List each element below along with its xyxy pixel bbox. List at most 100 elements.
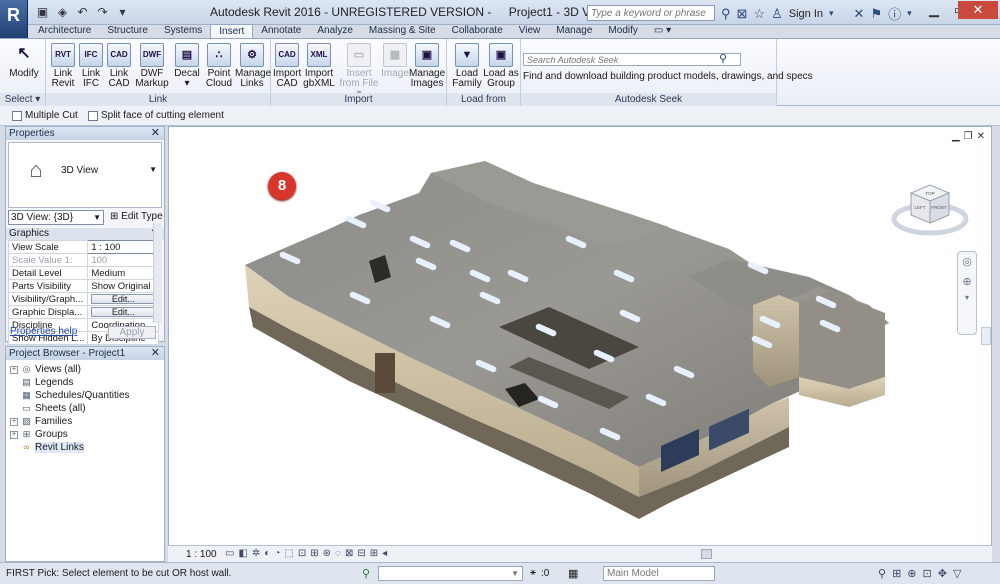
- viewcube[interactable]: TOP LEFT FRONT: [891, 175, 969, 239]
- communication-icon[interactable]: ⚑: [870, 6, 882, 22]
- minimize-button[interactable]: ▁: [920, 1, 948, 19]
- binoculars-icon[interactable]: ⚲: [721, 6, 731, 22]
- crop-region-icon[interactable]: ⊡: [298, 548, 306, 559]
- select-underlay-icon[interactable]: ⊞: [892, 567, 901, 580]
- visibility-graphics-edit-button[interactable]: Edit...: [91, 293, 156, 304]
- properties-scrollbar[interactable]: [153, 223, 162, 323]
- reveal-hidden-icon[interactable]: ◌: [335, 548, 341, 559]
- view-scale-field[interactable]: 1 : 100: [87, 240, 160, 254]
- edit-type-button[interactable]: ⊞ Edit Type: [110, 211, 163, 222]
- expand-icon[interactable]: +: [10, 430, 18, 439]
- vertical-scrollbar-thumb[interactable]: [981, 327, 991, 345]
- detail-level-icon[interactable]: ▭: [225, 548, 234, 559]
- dwf-markup-button[interactable]: DWF DWF Markup: [134, 43, 170, 89]
- apply-button[interactable]: Apply: [108, 326, 156, 339]
- render-icon[interactable]: ◔: [274, 548, 280, 559]
- tree-groups[interactable]: + ⊞ Groups: [10, 428, 68, 441]
- expand-icon[interactable]: +: [10, 365, 18, 374]
- point-cloud-button[interactable]: ∴ Point Cloud: [204, 43, 234, 89]
- close-button[interactable]: ✕: [958, 1, 998, 19]
- navbar-dropdown-icon[interactable]: ▾: [958, 292, 976, 304]
- workset-dropdown[interactable]: ▼: [378, 566, 523, 581]
- undo-icon[interactable]: ↶: [74, 4, 91, 21]
- ribbon-minimize-toggle[interactable]: ▭ ▾: [646, 24, 679, 38]
- tab-architecture[interactable]: Architecture: [30, 24, 99, 38]
- subscription-icon[interactable]: ⊠: [737, 6, 748, 22]
- tree-revit-links[interactable]: ∞ Revit Links: [10, 441, 84, 454]
- seek-search-input[interactable]: [523, 53, 741, 66]
- tab-massing-site[interactable]: Massing & Site: [361, 24, 444, 38]
- keyword-search-input[interactable]: [587, 5, 715, 21]
- favorites-star-icon[interactable]: ☆: [753, 6, 765, 22]
- tab-analyze[interactable]: Analyze: [309, 24, 361, 38]
- analytical-model-icon[interactable]: ⊟: [357, 548, 365, 559]
- help-icon[interactable]: ⓘ: [888, 4, 901, 23]
- select-by-face-icon[interactable]: ⊡: [923, 567, 932, 580]
- reveal-constraints-icon[interactable]: ◂: [382, 548, 387, 559]
- tree-views[interactable]: + ◎ Views (all): [10, 363, 81, 376]
- sun-path-icon[interactable]: ✲: [252, 548, 260, 559]
- editable-only-icon[interactable]: ⚹: [530, 567, 536, 578]
- drag-elements-icon[interactable]: ✥: [938, 567, 947, 580]
- application-menu-button[interactable]: R: [0, 0, 28, 40]
- tree-schedules[interactable]: ▦ Schedules/Quantities: [10, 389, 129, 402]
- crop-view-icon[interactable]: ⬚: [284, 548, 293, 559]
- view-scale-button[interactable]: 1 : 100: [186, 549, 217, 560]
- worksharing-icon[interactable]: ⊠: [345, 548, 353, 559]
- tab-view[interactable]: View: [511, 24, 549, 38]
- expand-icon[interactable]: +: [10, 417, 18, 426]
- select-pinned-icon[interactable]: ⊕: [907, 567, 916, 580]
- tree-families[interactable]: + ▧ Families: [10, 415, 72, 428]
- image-button[interactable]: ▦ Image: [381, 43, 409, 79]
- tree-sheets[interactable]: ▭ Sheets (all): [10, 402, 85, 415]
- design-option-dropdown[interactable]: Main Model: [603, 566, 715, 581]
- load-family-button[interactable]: ▼ Load Family: [451, 43, 483, 89]
- manage-links-button[interactable]: ⚙ Manage Links: [235, 43, 271, 89]
- tree-legends[interactable]: ▤ Legends: [10, 376, 73, 389]
- import-cad-button[interactable]: CAD Import CAD: [273, 43, 301, 89]
- lock-view-icon[interactable]: ⊞: [310, 548, 318, 559]
- sign-in-link[interactable]: Sign In: [789, 8, 823, 20]
- redo-icon[interactable]: ↷: [94, 4, 111, 21]
- properties-help-link[interactable]: Properties help: [10, 326, 77, 337]
- decal-button[interactable]: ▤ Decal ▾: [172, 43, 202, 89]
- select-panel-dropdown[interactable]: Select ▾: [0, 93, 45, 106]
- tab-manage[interactable]: Manage: [548, 24, 600, 38]
- signin-dropdown-icon[interactable]: ▾: [829, 8, 834, 19]
- close-icon[interactable]: ✕: [151, 347, 160, 360]
- shadows-icon[interactable]: ◐: [264, 548, 270, 559]
- graphics-group-header[interactable]: Graphics ⌃: [6, 228, 164, 240]
- parts-visibility-field[interactable]: Show Original: [87, 279, 160, 293]
- temporary-hide-icon[interactable]: ⊛: [323, 548, 331, 559]
- zoom-icon[interactable]: ⊕: [958, 272, 976, 292]
- filter-icon[interactable]: ▽: [953, 567, 961, 580]
- manage-images-button[interactable]: ▣ Manage Images: [409, 43, 445, 89]
- split-face-checkbox[interactable]: Split face of cutting element: [88, 110, 224, 121]
- horizontal-scrollbar-thumb[interactable]: [701, 549, 712, 559]
- visual-style-icon[interactable]: ◧: [238, 548, 247, 559]
- modify-button[interactable]: ↖ Modify: [8, 43, 40, 79]
- link-revit-button[interactable]: RVT Link Revit: [50, 43, 76, 89]
- tab-collaborate[interactable]: Collaborate: [444, 24, 511, 38]
- select-links-icon[interactable]: ⚲: [878, 567, 886, 580]
- tab-systems[interactable]: Systems: [156, 24, 210, 38]
- close-icon[interactable]: ✕: [151, 127, 160, 140]
- seek-binoculars-icon[interactable]: ⚲: [719, 52, 727, 65]
- help-dropdown-icon[interactable]: ▾: [907, 8, 912, 19]
- user-icon[interactable]: ♙: [771, 6, 783, 22]
- exchange-apps-icon[interactable]: ✕: [854, 6, 865, 22]
- import-gbxml-button[interactable]: XML Import gbXML: [303, 43, 335, 89]
- load-as-group-button[interactable]: ▣ Load as Group: [483, 43, 519, 89]
- steering-wheel-icon[interactable]: ◎: [958, 252, 976, 272]
- qat-dropdown-icon[interactable]: ▾: [114, 4, 131, 21]
- view-instance-dropdown[interactable]: 3D View: {3D} ▼: [8, 210, 104, 225]
- open-icon[interactable]: ▣: [34, 4, 51, 21]
- highlight-displacement-icon[interactable]: ⊞: [370, 548, 378, 559]
- type-selector[interactable]: ⌂ 3D View ▼: [8, 142, 162, 208]
- multiple-cut-checkbox[interactable]: Multiple Cut: [12, 110, 78, 121]
- insert-from-file-button[interactable]: ▭ Insert from File ▾: [337, 43, 381, 99]
- link-ifc-button[interactable]: IFC Link IFC: [78, 43, 104, 89]
- link-cad-button[interactable]: CAD Link CAD: [106, 43, 132, 89]
- save-icon[interactable]: ◈: [54, 4, 71, 21]
- tab-insert[interactable]: Insert: [210, 24, 254, 39]
